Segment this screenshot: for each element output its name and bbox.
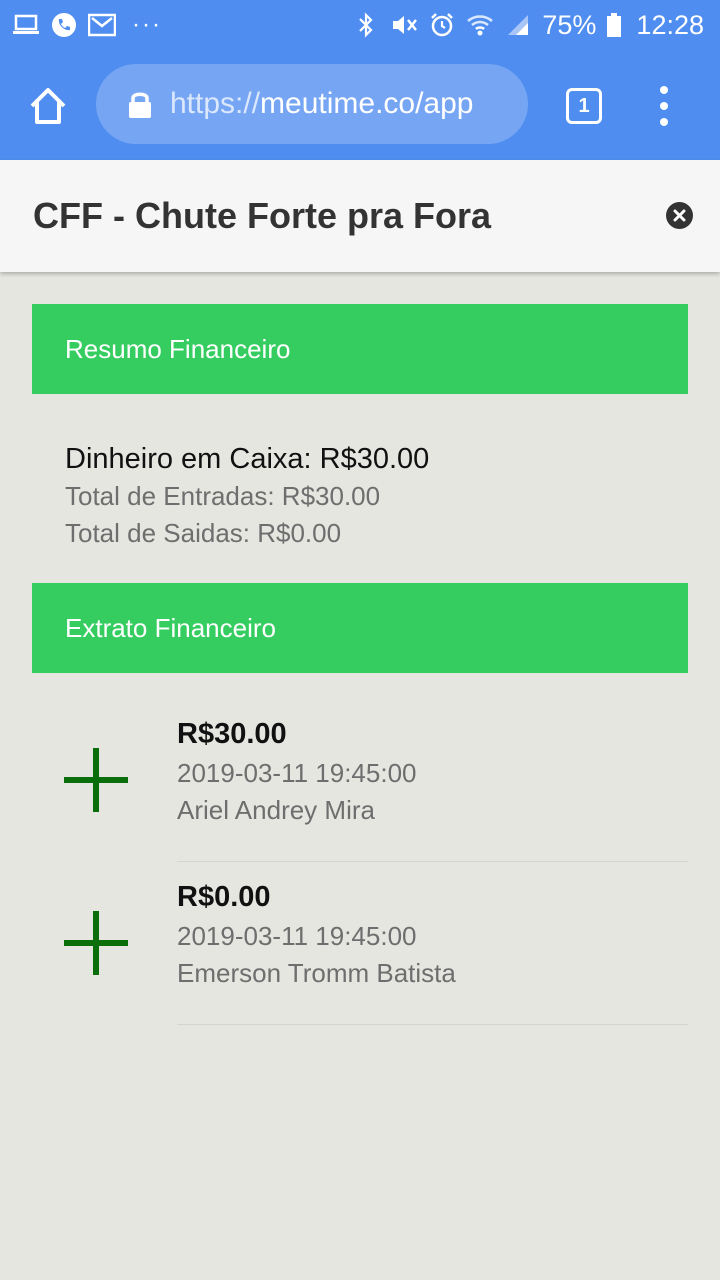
menu-dot-icon [660, 118, 668, 126]
tab-switcher-button[interactable]: 1 [566, 88, 602, 124]
battery-icon [606, 12, 622, 38]
url-text: https://meutime.co/app [170, 87, 474, 121]
status-left: ··· [12, 12, 162, 38]
entry-amount: R$0.00 [177, 881, 271, 913]
close-icon [673, 209, 686, 222]
laptop-icon [12, 12, 40, 38]
battery-percent: 75% [542, 9, 597, 40]
url-host: meutime.co/app [260, 87, 474, 120]
summary-section-header: Resumo Financeiro [32, 304, 688, 394]
browser-menu-button[interactable] [654, 86, 674, 126]
gmail-icon [88, 12, 116, 38]
entry-amount: R$30.00 [177, 718, 287, 750]
entry-date: 2019-03-11 19:45:00 [177, 921, 417, 951]
home-button[interactable] [28, 86, 68, 126]
total-expenses: Total de Saidas: R$0.00 [65, 518, 342, 548]
close-button[interactable] [666, 202, 693, 229]
home-icon [30, 88, 66, 124]
lock-icon [129, 92, 151, 118]
browser-toolbar: https://meutime.co/app 1 [0, 50, 720, 160]
page-title: CFF - Chute Forte pra Fora [33, 195, 491, 236]
menu-dot-icon [660, 102, 668, 110]
signal-icon [504, 12, 532, 38]
status-bar: ··· 75% 12:28 [0, 0, 720, 50]
wifi-icon [466, 12, 494, 38]
menu-dot-icon [660, 86, 668, 94]
mute-icon [390, 12, 418, 38]
bluetooth-icon [352, 12, 380, 38]
phone-call-icon [50, 12, 78, 38]
status-right: 75% 12:28 [352, 10, 704, 41]
more-notifications-icon: ··· [132, 11, 162, 38]
list-item[interactable]: R$30.00 2019-03-11 19:45:00 Ariel Andrey… [0, 698, 720, 862]
address-bar[interactable]: https://meutime.co/app [96, 64, 528, 144]
alarm-icon [428, 12, 456, 38]
cash-balance: Dinheiro em Caixa: R$30.00 [65, 443, 430, 475]
plus-icon [64, 748, 128, 812]
financial-summary: Dinheiro em Caixa: R$30.00 Total de Entr… [65, 440, 429, 552]
clock-time: 12:28 [636, 9, 704, 40]
total-income: Total de Entradas: R$30.00 [65, 481, 381, 511]
statement-section-header: Extrato Financeiro [32, 583, 688, 673]
list-item[interactable]: R$0.00 2019-03-11 19:45:00 Emerson Tromm… [0, 861, 720, 1025]
plus-icon [64, 911, 128, 975]
entry-date: 2019-03-11 19:45:00 [177, 758, 417, 788]
entry-name: Ariel Andrey Mira [177, 795, 375, 825]
divider [177, 1024, 688, 1025]
app-header: CFF - Chute Forte pra Fora [0, 160, 720, 272]
entry-name: Emerson Tromm Batista [177, 958, 456, 988]
url-scheme: https:// [170, 87, 261, 120]
